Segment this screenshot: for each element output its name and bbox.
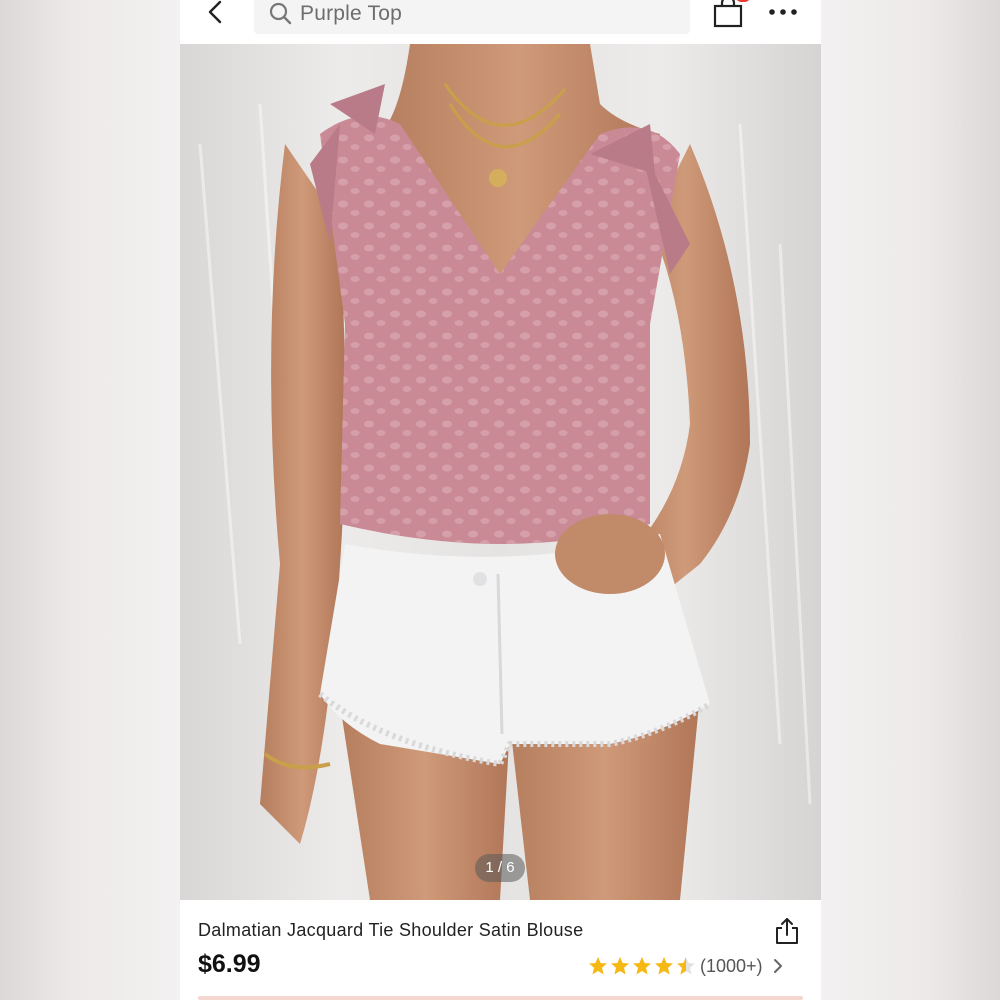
search-query: Purple Top: [300, 2, 403, 25]
star-icon: [589, 957, 607, 975]
review-count: (1000+): [700, 955, 763, 976]
product-photo-illustration: [198, 44, 812, 900]
star-icon: [655, 957, 673, 975]
back-button[interactable]: [202, 0, 230, 28]
more-options-button[interactable]: [766, 2, 802, 22]
shopping-bag-icon: [713, 0, 743, 28]
search-icon: [269, 2, 292, 25]
share-icon: [776, 918, 798, 944]
background-right: [821, 0, 1000, 1000]
gallery-page-indicator: 1 / 6: [475, 854, 525, 882]
star-icon: [633, 957, 651, 975]
product-title: Dalmatian Jacquard Tie Shoulder Satin Bl…: [198, 920, 584, 940]
app-screen: Purple Top 1 / 6 Dalmatian Jacquard Tie …: [180, 0, 821, 1000]
product-info: Dalmatian Jacquard Tie Shoulder Satin Bl…: [180, 900, 821, 1000]
chevron-right-icon: [773, 959, 782, 973]
chevron-left-icon: [208, 0, 222, 24]
share-button[interactable]: [774, 916, 800, 946]
star-icon: [611, 957, 629, 975]
product-image[interactable]: 1 / 6: [180, 44, 821, 900]
search-input[interactable]: Purple Top: [254, 0, 690, 34]
product-price: $6.99: [198, 950, 261, 978]
rating-summary[interactable]: (1000+): [588, 954, 785, 978]
background-left: [0, 0, 180, 1000]
bottom-banner-edge: [198, 996, 803, 1000]
half-star-icon: [677, 957, 695, 975]
top-bar: Purple Top: [180, 0, 821, 44]
shopping-bag-button[interactable]: [712, 0, 744, 28]
more-dots-icon: [769, 9, 797, 15]
